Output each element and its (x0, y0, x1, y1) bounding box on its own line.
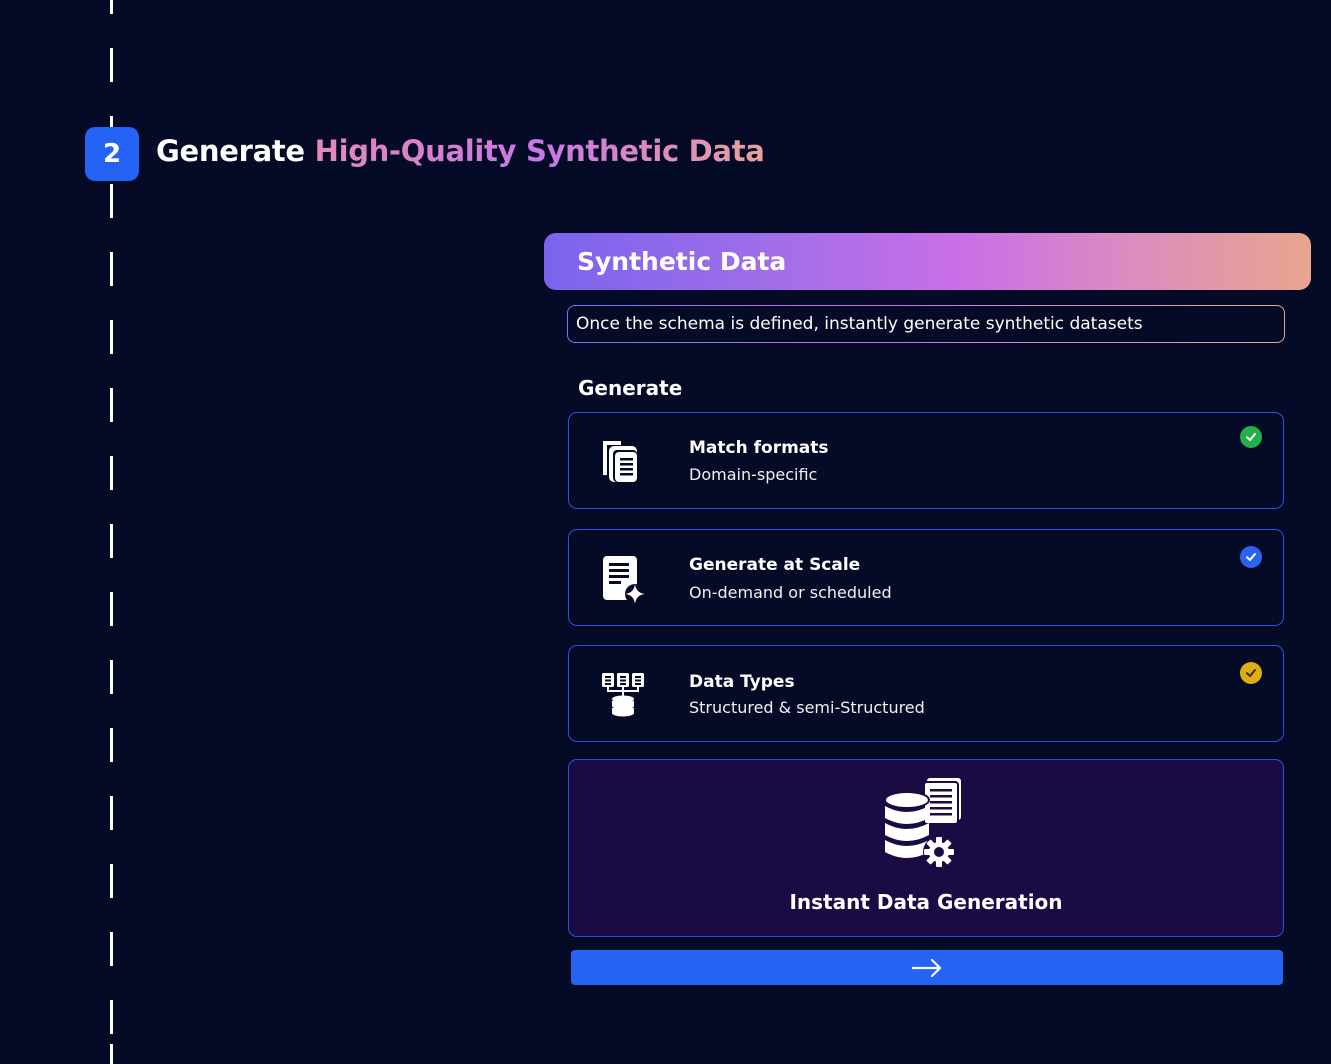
title-accent: High-Quality Synthetic Data (314, 134, 765, 168)
next-button[interactable] (571, 950, 1283, 985)
instant-data-generation-card[interactable]: Instant Data Generation (568, 759, 1284, 937)
highlight-title: Instant Data Generation (789, 890, 1063, 914)
feature-title: Match formats (689, 438, 829, 458)
feature-subtitle: On-demand or scheduled (689, 583, 892, 602)
database-gear-icon (884, 778, 961, 868)
step-number-badge: 2 (85, 127, 139, 181)
feature-title: Generate at Scale (689, 555, 861, 575)
feature-title: Data Types (689, 672, 795, 692)
section-label: Generate (578, 376, 683, 400)
feature-card-data-types[interactable]: Data Types Structured & semi-Structured (568, 645, 1284, 742)
tagline-box: Once the schema is defined, instantly ge… (567, 305, 1285, 343)
page-title: Generate High-Quality Synthetic Data (156, 134, 765, 168)
check-circle-icon (1240, 546, 1262, 568)
feature-subtitle: Domain-specific (689, 465, 818, 484)
title-plain: Generate (156, 134, 305, 168)
feature-card-generate-at-scale[interactable]: Generate at Scale On-demand or scheduled (568, 529, 1284, 626)
document-sparkle-icon (603, 556, 645, 604)
feature-card-match-formats[interactable]: Match formats Domain-specific (568, 412, 1284, 509)
documents-icon (603, 441, 637, 482)
step-number: 2 (102, 139, 122, 169)
banner-title: Synthetic Data (577, 247, 787, 276)
arrow-right-icon (911, 958, 942, 977)
data-structure-icon (602, 673, 644, 717)
feature-subtitle: Structured & semi-Structured (689, 698, 925, 717)
tagline-text: Once the schema is defined, instantly ge… (576, 314, 1143, 334)
synthetic-data-banner: Synthetic Data (544, 233, 1311, 290)
page: 2 Generate High-Quality Synthetic Data S… (0, 0, 1331, 1064)
check-circle-icon (1240, 662, 1262, 684)
check-circle-icon (1240, 426, 1262, 448)
